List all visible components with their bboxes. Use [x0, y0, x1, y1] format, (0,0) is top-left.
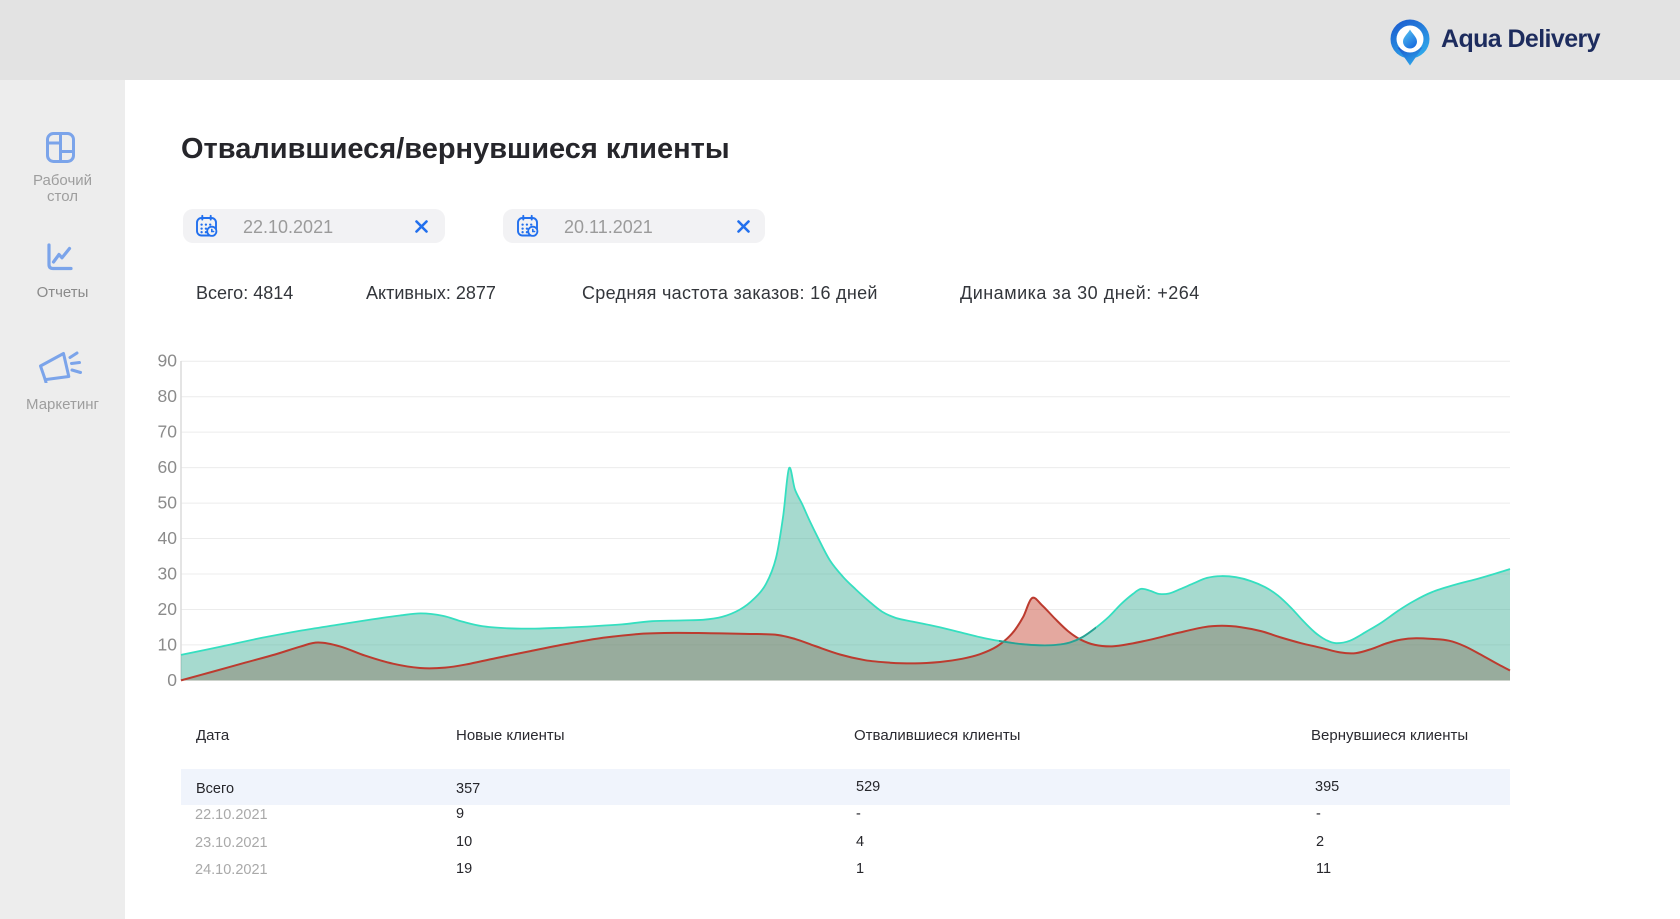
svg-text:20: 20: [158, 599, 178, 619]
svg-text:0: 0: [167, 670, 177, 690]
svg-text:40: 40: [158, 528, 178, 548]
svg-text:90: 90: [158, 351, 178, 371]
svg-text:50: 50: [158, 493, 178, 513]
svg-text:70: 70: [158, 422, 178, 442]
svg-text:80: 80: [158, 386, 178, 406]
svg-text:60: 60: [158, 457, 178, 477]
svg-text:10: 10: [158, 634, 178, 654]
svg-text:30: 30: [158, 564, 178, 584]
